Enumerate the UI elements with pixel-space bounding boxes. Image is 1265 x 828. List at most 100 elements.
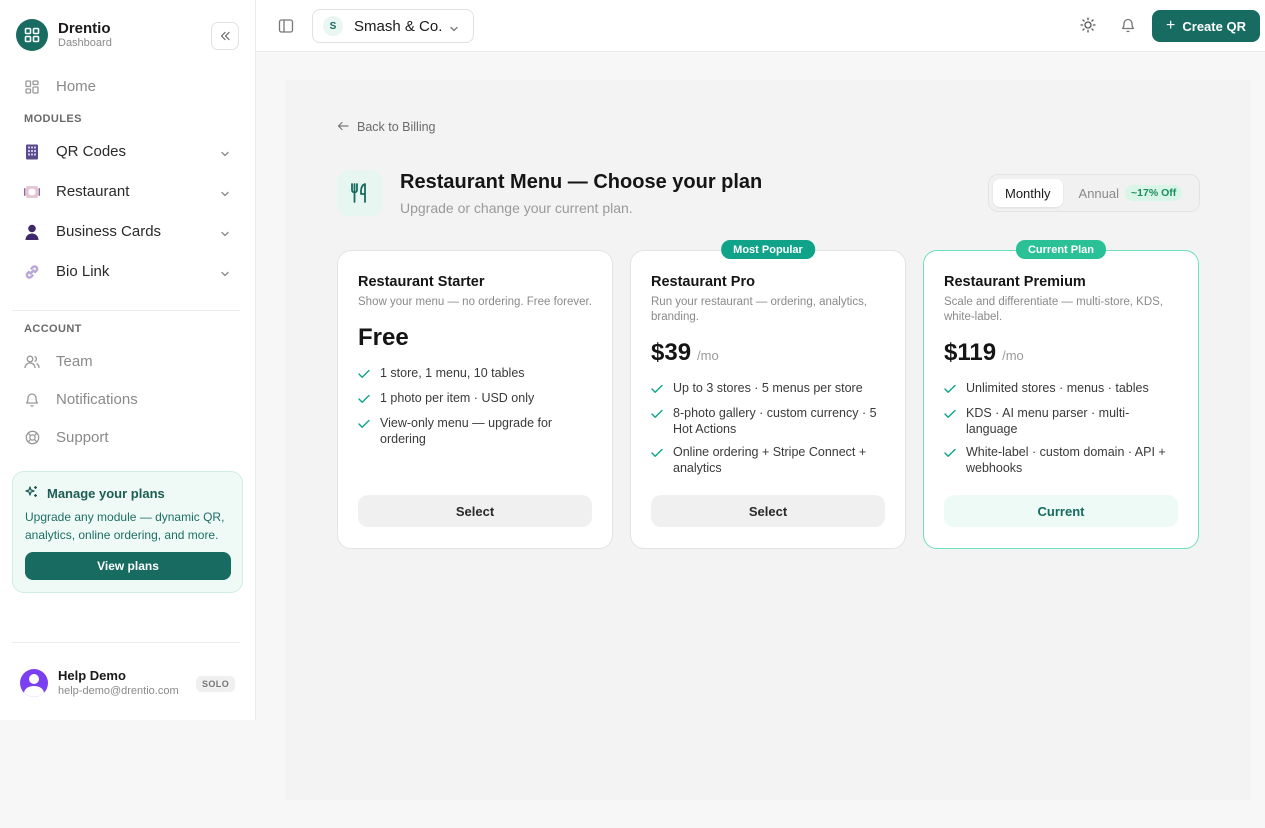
current-plan-badge: Current Plan — [1015, 240, 1107, 259]
feature-text: View-only menu — upgrade for ordering — [380, 416, 553, 446]
brand-logo-icon — [16, 19, 48, 51]
chevron-down-icon — [220, 186, 230, 203]
nav-bio-link-label: Bio Link — [56, 263, 110, 280]
feature-item: Online ordering + Stripe Connect + analy… — [651, 444, 885, 476]
sidebar: Drentio Dashboard Home MODULES QR Codes … — [0, 0, 256, 720]
user-profile[interactable]: Help Demo help-demo@drentio.com SOLO — [20, 668, 236, 698]
user-name: Help Demo — [58, 668, 126, 683]
brand[interactable]: Drentio Dashboard — [16, 19, 112, 51]
store-selector[interactable]: S Smash & Co. — [312, 9, 474, 43]
nav-notifications[interactable]: Notifications — [24, 391, 138, 408]
plan-name: Restaurant Starter — [358, 274, 485, 290]
sun-icon[interactable] — [1080, 17, 1096, 38]
current-plan-button[interactable]: Current — [944, 495, 1178, 527]
feature-text: KDS · AI menu parser · multi-language — [966, 406, 1130, 436]
discount-badge: ~17% Off — [1125, 185, 1183, 201]
check-icon — [651, 382, 663, 398]
collapse-sidebar-button[interactable] — [211, 22, 239, 50]
team-icon — [24, 354, 40, 370]
bell-icon[interactable] — [1121, 17, 1135, 38]
nav-support-label: Support — [56, 429, 109, 446]
user-email: help-demo@drentio.com — [58, 685, 179, 697]
view-plans-button[interactable]: View plans — [25, 552, 231, 580]
nav-bio-link[interactable]: Bio Link — [24, 263, 232, 280]
nav-home[interactable]: Home — [24, 78, 96, 95]
check-icon — [944, 407, 956, 437]
plan-price-value: $119 — [944, 339, 997, 366]
plan-price: Free — [358, 324, 592, 352]
feature-item: KDS · AI menu parser · multi-language — [944, 405, 1178, 437]
feature-text: Unlimited stores · menus · tables — [966, 381, 1149, 395]
nav-qr-codes-label: QR Codes — [56, 143, 127, 160]
manage-plans-title: Manage your plans — [47, 485, 165, 501]
plan-card-starter: Restaurant Starter Show your menu — no o… — [337, 250, 613, 549]
page-subtitle: Upgrade or change your current plan. — [400, 200, 633, 216]
chevron-down-icon — [220, 266, 230, 283]
check-icon — [651, 407, 663, 437]
plan-features: 1 store, 1 menu, 10 tables 1 photo per i… — [358, 365, 592, 447]
nav-divider — [12, 310, 240, 311]
annual-label: Annual — [1078, 185, 1120, 201]
feature-item: Up to 3 stores · 5 menus per store — [651, 380, 885, 398]
feature-text: White-label · custom domain · API + webh… — [966, 445, 1166, 475]
nav-qr-codes[interactable]: QR Codes — [24, 143, 232, 160]
sparkles-icon — [25, 485, 38, 501]
back-to-billing-label: Back to Billing — [357, 120, 436, 134]
sidebar-toggle-icon[interactable] — [278, 18, 294, 39]
utensils-icon — [337, 170, 383, 216]
plan-name: Restaurant Pro — [651, 274, 755, 290]
plan-card-pro: Most Popular Restaurant Pro Run your res… — [630, 240, 906, 549]
create-qr-label: Create QR — [1182, 18, 1246, 34]
manage-plans-card: Manage your plans Upgrade any module — d… — [12, 471, 243, 593]
check-icon — [358, 367, 370, 383]
plan-card-premium: Current Plan Restaurant Premium Scale an… — [923, 240, 1199, 549]
home-grid-icon — [24, 79, 40, 95]
nav-home-label: Home — [56, 78, 97, 95]
feature-item: White-label · custom domain · API + webh… — [944, 444, 1178, 476]
nav-team[interactable]: Team — [24, 353, 93, 370]
plan-period: /mo — [1002, 348, 1024, 363]
avatar — [20, 669, 48, 697]
arrow-left-icon — [337, 120, 349, 134]
plan-description: Show your menu — no ordering. Free forev… — [358, 296, 592, 308]
nav-restaurant-label: Restaurant — [56, 183, 130, 200]
page-title: Restaurant Menu — Choose your plan — [400, 171, 763, 193]
plan-price-value: Free — [358, 324, 409, 351]
select-starter-button[interactable]: Select — [358, 495, 592, 527]
nav-business-cards[interactable]: Business Cards — [24, 223, 232, 240]
check-icon — [358, 392, 370, 408]
feature-item: Unlimited stores · menus · tables — [944, 380, 1178, 398]
plan-period: /mo — [697, 348, 719, 363]
brand-name: Drentio — [58, 20, 111, 37]
plan-features: Up to 3 stores · 5 menus per store 8-pho… — [651, 380, 885, 476]
top-bar: S Smash & Co. + Create QR — [256, 0, 1265, 52]
modules-section-label: MODULES — [24, 113, 82, 125]
lifebuoy-icon — [24, 430, 40, 446]
plan-features: Unlimited stores · menus · tables KDS · … — [944, 380, 1178, 476]
feature-item: 1 store, 1 menu, 10 tables — [358, 365, 592, 383]
select-pro-button[interactable]: Select — [651, 495, 885, 527]
store-avatar: S — [323, 16, 343, 36]
feature-text: 1 store, 1 menu, 10 tables — [380, 366, 525, 380]
monthly-option[interactable]: Monthly — [993, 179, 1063, 207]
account-section-label: ACCOUNT — [24, 323, 82, 335]
most-popular-badge: Most Popular — [721, 240, 815, 259]
nav-restaurant[interactable]: Restaurant — [24, 183, 232, 200]
annual-option[interactable]: Annual ~17% Off — [1063, 179, 1195, 207]
feature-text: Online ordering + Stripe Connect + analy… — [673, 445, 867, 475]
check-icon — [944, 382, 956, 398]
feature-text: 8-photo gallery · custom currency · 5 Ho… — [673, 406, 877, 436]
nav-support[interactable]: Support — [24, 429, 109, 446]
nav-team-label: Team — [56, 353, 93, 370]
feature-item: 1 photo per item · USD only — [358, 390, 592, 408]
chevron-down-icon — [220, 226, 230, 243]
back-to-billing-link[interactable]: Back to Billing — [337, 120, 436, 134]
person-icon — [24, 224, 40, 240]
manage-plans-text: Upgrade any module — dynamic QR, analyti… — [25, 510, 225, 542]
plan-description: Scale and differentiate — multi-store, K… — [944, 296, 1164, 323]
plan-price: $119 /mo — [944, 339, 1178, 367]
create-qr-button[interactable]: + Create QR — [1152, 10, 1260, 42]
feature-text: 1 photo per item · USD only — [380, 391, 535, 405]
footer-divider — [12, 642, 240, 643]
check-icon — [358, 417, 370, 447]
